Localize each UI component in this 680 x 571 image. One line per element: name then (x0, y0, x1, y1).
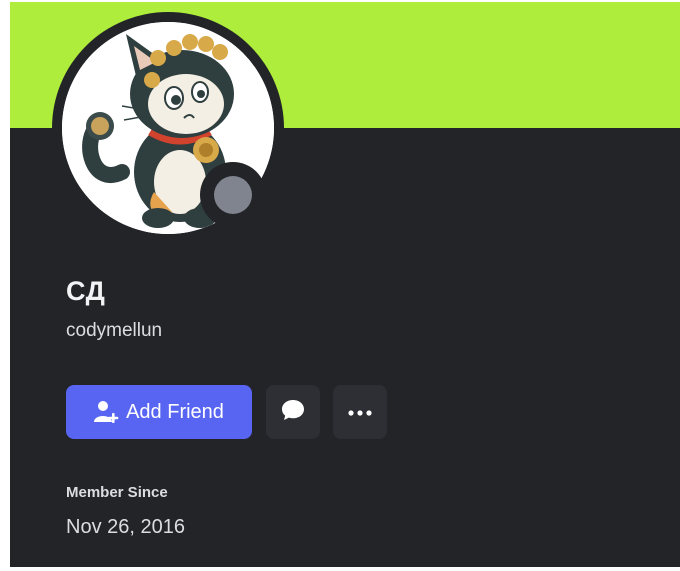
more-options-button[interactable] (333, 385, 387, 439)
add-user-icon (94, 400, 120, 424)
chat-bubble-icon (281, 399, 305, 426)
add-friend-button[interactable]: Add Friend (66, 385, 252, 439)
display-name: СД (66, 276, 106, 306)
more-dots-icon (348, 403, 372, 421)
status-dot-icon (214, 176, 252, 214)
message-button[interactable] (266, 385, 320, 439)
username: codymellun (66, 320, 163, 341)
member-since-label: Member Since (66, 484, 168, 501)
member-since-value: Nov 26, 2016 (66, 516, 185, 538)
profile-card: СД codymellun Add Friend Member Since No… (10, 2, 680, 567)
add-friend-label: Add Friend (126, 400, 224, 423)
